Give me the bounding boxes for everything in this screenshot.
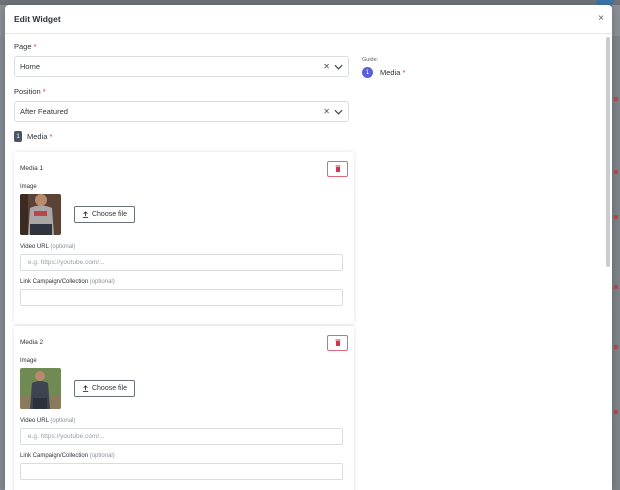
link-campaign-label-text: Link Campaign/Collection bbox=[20, 279, 89, 285]
media-card-title: Media 1 bbox=[20, 165, 44, 172]
media-card-header: Media 2 bbox=[20, 334, 348, 351]
guide-item-label-text: Media bbox=[380, 68, 401, 77]
modal-title: Edit Widget bbox=[14, 14, 61, 24]
required-mark: * bbox=[42, 87, 46, 96]
page-select-value: Home bbox=[20, 62, 41, 71]
guide-panel: Guide: 1 Media * bbox=[362, 57, 562, 78]
media-card-title: Media 2 bbox=[20, 339, 44, 346]
clear-icon[interactable]: ✕ bbox=[323, 107, 330, 116]
choose-file-label: Choose file bbox=[91, 211, 128, 218]
media-card-header: Media 1 bbox=[20, 160, 348, 177]
page-label: Page * bbox=[14, 42, 350, 51]
link-campaign-input[interactable] bbox=[20, 289, 343, 306]
video-url-input[interactable] bbox=[20, 254, 343, 271]
position-label-text: Position bbox=[14, 87, 41, 96]
choose-file-button[interactable]: Choose file bbox=[74, 206, 135, 223]
media-section-label-text: Media bbox=[27, 132, 48, 141]
upload-icon bbox=[82, 385, 89, 392]
media-thumbnail bbox=[20, 368, 61, 409]
chevron-down-icon[interactable] bbox=[334, 109, 343, 115]
required-mark: * bbox=[49, 132, 53, 141]
link-campaign-label-text: Link Campaign/Collection bbox=[20, 453, 89, 459]
video-url-input[interactable] bbox=[20, 428, 343, 445]
background-marker bbox=[614, 170, 618, 174]
link-campaign-input[interactable] bbox=[20, 463, 343, 480]
background-marker bbox=[614, 410, 618, 414]
image-label: Image bbox=[20, 358, 37, 364]
video-url-label: Video URL (optional) bbox=[20, 244, 348, 250]
video-url-label-text: Video URL bbox=[20, 418, 49, 424]
position-select-icons: ✕ bbox=[323, 107, 343, 116]
modal-header: Edit Widget × bbox=[5, 5, 612, 34]
guide-item-media[interactable]: 1 Media * bbox=[362, 67, 562, 78]
delete-media-button[interactable] bbox=[327, 334, 348, 351]
optional-tag: (optional) bbox=[50, 244, 76, 250]
video-url-label-text: Video URL bbox=[20, 244, 49, 250]
trash-icon bbox=[335, 339, 340, 346]
page-select[interactable]: Home ✕ bbox=[14, 56, 349, 77]
chevron-down-icon[interactable] bbox=[334, 64, 343, 70]
guide-step-badge: 1 bbox=[362, 67, 373, 78]
background-marker bbox=[614, 97, 618, 101]
link-campaign-label: Link Campaign/Collection (optional) bbox=[20, 279, 348, 285]
background-marker bbox=[614, 285, 618, 289]
guide-label: Guide: bbox=[362, 57, 379, 63]
app-right-edge bbox=[612, 36, 620, 490]
clear-icon[interactable]: ✕ bbox=[323, 62, 330, 71]
trash-icon bbox=[335, 165, 340, 172]
media-thumbnail bbox=[20, 194, 61, 235]
media-card: Media 2 Image Choose file Video URL (opt… bbox=[14, 326, 354, 490]
image-row: Choose file bbox=[20, 368, 348, 409]
edit-widget-modal: Edit Widget × Page * Home ✕ Position * A… bbox=[5, 5, 612, 490]
video-url-label: Video URL (optional) bbox=[20, 418, 348, 424]
required-mark: * bbox=[33, 42, 37, 51]
media-section-label: Media * bbox=[27, 132, 52, 141]
position-label: Position * bbox=[14, 87, 350, 96]
delete-media-button[interactable] bbox=[327, 160, 348, 177]
step-number-badge: 1 bbox=[14, 131, 22, 142]
optional-tag: (optional) bbox=[89, 453, 115, 459]
guide-item-label: Media * bbox=[380, 68, 405, 77]
link-campaign-label: Link Campaign/Collection (optional) bbox=[20, 453, 348, 459]
close-icon[interactable]: × bbox=[598, 14, 604, 24]
image-label: Image bbox=[20, 184, 37, 190]
image-row: Choose file bbox=[20, 194, 348, 235]
media-card: Media 1 Image Choose file Video URL (opt… bbox=[14, 152, 354, 324]
background-marker bbox=[614, 215, 618, 219]
page-label-text: Page bbox=[14, 42, 32, 51]
optional-tag: (optional) bbox=[50, 418, 76, 424]
background-marker bbox=[614, 345, 618, 349]
form-column: Page * Home ✕ Position * After Featured … bbox=[14, 42, 350, 142]
upload-icon bbox=[82, 211, 89, 218]
page-select-icons: ✕ bbox=[323, 62, 343, 71]
position-select-value: After Featured bbox=[20, 107, 68, 116]
position-select[interactable]: After Featured ✕ bbox=[14, 101, 349, 122]
modal-scrollbar[interactable] bbox=[606, 37, 610, 267]
choose-file-label: Choose file bbox=[91, 385, 128, 392]
choose-file-button[interactable]: Choose file bbox=[74, 380, 135, 397]
optional-tag: (optional) bbox=[89, 279, 115, 285]
media-section-header: 1 Media * bbox=[14, 131, 350, 142]
required-mark: * bbox=[402, 68, 406, 77]
